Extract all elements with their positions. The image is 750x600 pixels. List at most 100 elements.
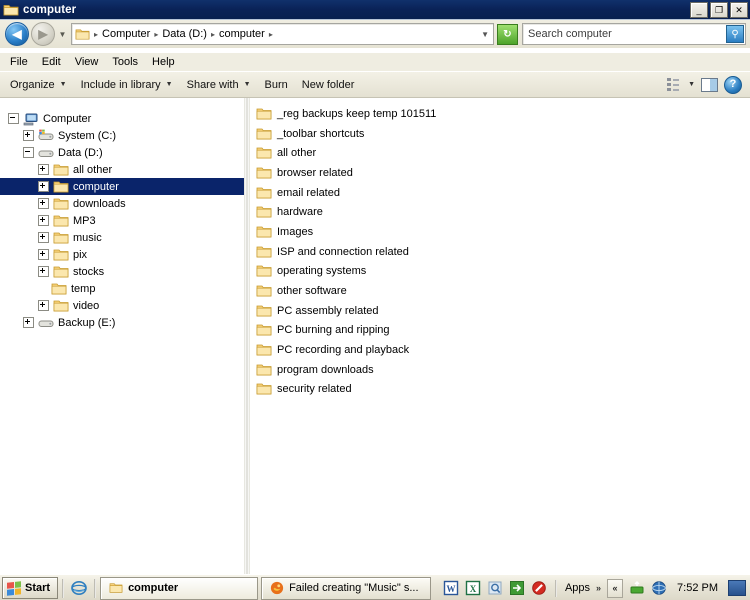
breadcrumb-separator[interactable]: ▸ xyxy=(267,30,275,39)
svg-text:X: X xyxy=(470,584,477,594)
forward-button[interactable]: ▶ xyxy=(31,22,55,46)
tree-item-computer[interactable]: Computer xyxy=(0,110,244,127)
green-arrow-icon[interactable] xyxy=(509,580,525,596)
forward-arrow-icon: ▶ xyxy=(38,27,48,41)
safely-remove-icon[interactable] xyxy=(629,580,645,596)
tree-item-video[interactable]: video xyxy=(0,297,244,314)
expand-icon[interactable] xyxy=(38,181,49,192)
list-item[interactable]: PC assembly related xyxy=(250,301,750,321)
breadcrumb-item-computer[interactable]: Computer xyxy=(100,28,152,40)
tree-item-all-other[interactable]: all other xyxy=(0,161,244,178)
expand-icon[interactable] xyxy=(23,130,34,141)
expand-icon[interactable] xyxy=(38,266,49,277)
list-item[interactable]: hardware xyxy=(250,202,750,222)
tree-item-backup-e[interactable]: Backup (E:) xyxy=(0,314,244,331)
chevron-down-icon: ▼ xyxy=(243,81,251,88)
tree-item-pix[interactable]: pix xyxy=(0,246,244,263)
expand-icon[interactable] xyxy=(38,300,49,311)
show-desktop-button[interactable] xyxy=(728,580,746,596)
apps-label[interactable]: Apps xyxy=(565,582,590,594)
organize-button[interactable]: Organize ▼ xyxy=(3,76,74,94)
list-item-label: other software xyxy=(277,285,347,298)
tree-item-temp[interactable]: temp xyxy=(0,280,244,297)
menu-item-file[interactable]: File xyxy=(3,54,35,70)
list-item[interactable]: operating systems xyxy=(250,262,750,282)
expand-icon[interactable] xyxy=(23,317,34,328)
new-folder-button[interactable]: New folder xyxy=(295,76,362,94)
taskbar-button-firefox[interactable]: Failed creating "Music" s... xyxy=(261,576,432,600)
chevron-down-icon: ▼ xyxy=(59,81,67,88)
chevron-right-icon[interactable]: » xyxy=(596,583,601,593)
list-item[interactable]: _toolbar shortcuts xyxy=(250,124,750,144)
search-box[interactable]: Search computer ⚲ xyxy=(522,23,746,45)
list-item[interactable]: _reg backups keep temp 101511 xyxy=(250,104,750,124)
list-item[interactable]: browser related xyxy=(250,163,750,183)
network-globe-icon[interactable] xyxy=(651,580,667,596)
view-layout-icon[interactable] xyxy=(667,78,682,92)
taskbar-button-computer[interactable]: computer xyxy=(100,576,259,600)
close-button[interactable]: ✕ xyxy=(730,2,748,18)
menu-item-help[interactable]: Help xyxy=(145,54,182,70)
restore-button[interactable]: ❐ xyxy=(710,2,728,18)
breadcrumb-bar[interactable]: ▸ Computer ▸ Data (D:) ▸ computer ▸ ▼ xyxy=(71,23,494,45)
folder-icon xyxy=(256,128,272,139)
search-input[interactable]: Search computer xyxy=(523,28,612,40)
breadcrumb-separator[interactable]: ▸ xyxy=(152,30,160,39)
taskbar-clock[interactable]: 7:52 PM xyxy=(673,582,722,594)
preview-magnifier-icon[interactable] xyxy=(487,580,503,596)
burn-button[interactable]: Burn xyxy=(258,76,295,94)
list-item[interactable]: PC recording and playback xyxy=(250,340,750,360)
include-in-library-button[interactable]: Include in library ▼ xyxy=(74,76,180,94)
expand-icon[interactable] xyxy=(38,215,49,226)
collapse-icon[interactable] xyxy=(8,113,19,124)
list-item[interactable]: security related xyxy=(250,380,750,400)
tree-item-data-d[interactable]: Data (D:) xyxy=(0,144,244,161)
breadcrumb-item-data-d[interactable]: Data (D:) xyxy=(160,28,209,40)
expand-icon[interactable] xyxy=(38,249,49,260)
list-item[interactable]: Images xyxy=(250,222,750,242)
search-icon[interactable]: ⚲ xyxy=(726,25,744,43)
word-icon[interactable]: W xyxy=(443,580,459,596)
folder-tree: Computer System (C:) Data (D:) all other com… xyxy=(0,98,244,331)
list-item[interactable]: program downloads xyxy=(250,360,750,380)
list-item[interactable]: ISP and connection related xyxy=(250,242,750,262)
tree-item-music[interactable]: music xyxy=(0,229,244,246)
firefox-icon xyxy=(270,581,284,595)
help-icon[interactable]: ? xyxy=(724,75,742,94)
expand-icon[interactable] xyxy=(38,164,49,175)
chevron-down-icon[interactable]: ▼ xyxy=(688,81,695,88)
breadcrumb-separator[interactable]: ▸ xyxy=(92,30,100,39)
list-item-label: all other xyxy=(277,147,317,160)
start-button[interactable]: Start xyxy=(2,577,59,599)
tree-item-mp3[interactable]: MP3 xyxy=(0,212,244,229)
breadcrumb-item-computer-folder[interactable]: computer xyxy=(217,28,267,40)
back-button[interactable]: ◀ xyxy=(5,22,29,46)
minimize-button[interactable]: _ xyxy=(690,2,708,18)
menu-item-edit[interactable]: Edit xyxy=(35,54,68,70)
menu-item-view[interactable]: View xyxy=(68,54,106,70)
taskbar-separator xyxy=(62,578,65,598)
folder-icon xyxy=(53,215,69,226)
history-dropdown-button[interactable]: ▼ xyxy=(56,24,69,44)
excel-icon[interactable]: X xyxy=(465,580,481,596)
chevron-down-icon[interactable]: ▼ xyxy=(481,30,489,39)
expand-icon[interactable] xyxy=(38,232,49,243)
block-icon[interactable] xyxy=(531,580,547,596)
tree-item-stocks[interactable]: stocks xyxy=(0,263,244,280)
expand-icon[interactable] xyxy=(38,198,49,209)
list-item[interactable]: PC burning and ripping xyxy=(250,321,750,341)
list-item[interactable]: email related xyxy=(250,183,750,203)
collapse-icon[interactable] xyxy=(23,147,34,158)
preview-pane-icon[interactable] xyxy=(701,77,718,92)
share-with-button[interactable]: Share with ▼ xyxy=(180,76,258,94)
tree-item-system-c[interactable]: System (C:) xyxy=(0,127,244,144)
tree-item-downloads[interactable]: downloads xyxy=(0,195,244,212)
breadcrumb-separator[interactable]: ▸ xyxy=(209,30,217,39)
tree-item-computer[interactable]: computer xyxy=(0,178,244,195)
list-item[interactable]: all other xyxy=(250,143,750,163)
show-hidden-icons-button[interactable]: « xyxy=(607,578,624,598)
refresh-button[interactable]: ↻ xyxy=(497,23,518,45)
list-item[interactable]: other software xyxy=(250,281,750,301)
internet-explorer-icon[interactable] xyxy=(71,580,87,596)
menu-item-tools[interactable]: Tools xyxy=(105,54,145,70)
